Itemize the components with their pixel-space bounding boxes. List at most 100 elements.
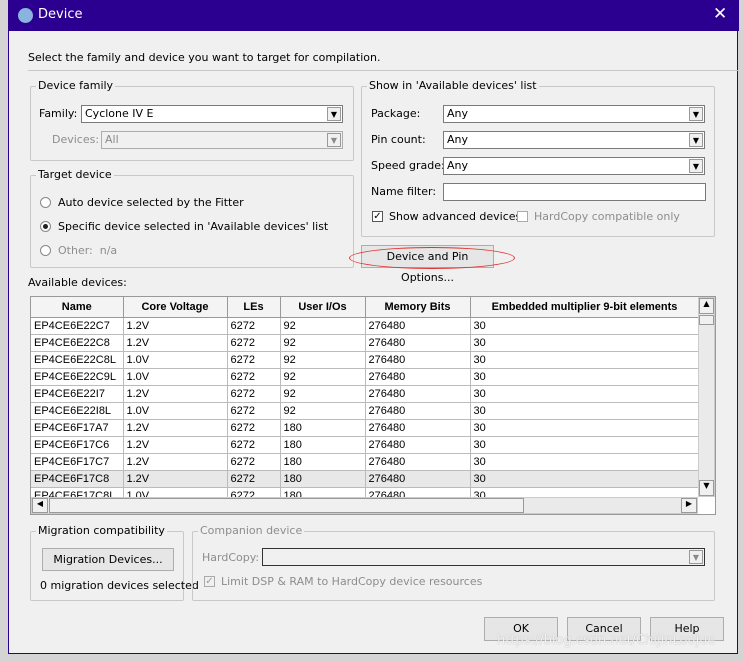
table-cell: 6272 <box>227 351 281 369</box>
table-cell: EP4CE6F17C8 <box>31 470 124 488</box>
table-row[interactable]: EP4CE6E22C8 1.2V 6272 92 276480 30 <box>31 334 698 352</box>
group-legend: Target device <box>36 168 114 181</box>
table-cell: EP4CE6E22C9L <box>31 368 124 386</box>
table-row[interactable]: EP4CE6E22C9L 1.0V 6272 92 276480 30 <box>31 368 698 386</box>
checkmark-icon: ✓ <box>372 211 383 222</box>
checkbox-label: Show advanced devices <box>389 210 522 223</box>
pin-count-value: Any <box>447 133 469 146</box>
table-cell: 180 <box>280 436 366 454</box>
table-cell: EP4CE6F17C7 <box>31 453 124 471</box>
table-row[interactable]: EP4CE6E22I7 1.2V 6272 92 276480 30 <box>31 385 698 403</box>
table-cell: 276480 <box>365 419 471 437</box>
table-cell: 92 <box>280 368 366 386</box>
radio-other[interactable]: Other: n/a <box>40 244 117 257</box>
table-cell: 180 <box>280 453 366 471</box>
table-cell: EP4CE6F17C6 <box>31 436 124 454</box>
pin-count-label: Pin count: <box>371 133 426 146</box>
table-cell: 276480 <box>365 436 471 454</box>
table-cell: EP4CE6E22I8L <box>31 402 124 420</box>
horizontal-scrollbar[interactable]: ◀ ▶ <box>31 497 698 514</box>
table-row[interactable]: EP4CE6F17C7 1.2V 6272 180 276480 30 <box>31 453 698 471</box>
scroll-up-icon[interactable]: ▲ <box>699 298 714 314</box>
table-cell: 30 <box>470 334 698 352</box>
speed-grade-value: Any <box>447 159 469 172</box>
column-header[interactable]: User I/Os <box>280 297 366 318</box>
migration-status: 0 migration devices selected <box>40 579 199 592</box>
vertical-scrollbar[interactable]: ▲ ▼ <box>698 297 715 497</box>
table-cell: 30 <box>470 436 698 454</box>
table-cell: 6272 <box>227 487 281 497</box>
column-header[interactable]: Name <box>31 297 124 318</box>
table-cell: 30 <box>470 317 698 335</box>
table-cell: 1.2V <box>123 385 228 403</box>
chevron-down-icon: ▼ <box>689 107 703 121</box>
table-cell: EP4CE6E22C7 <box>31 317 124 335</box>
highlight-ellipse <box>349 247 515 269</box>
table-cell: 1.2V <box>123 317 228 335</box>
table-row[interactable]: EP4CE6E22C8L 1.0V 6272 92 276480 30 <box>31 351 698 369</box>
table-cell: 30 <box>470 385 698 403</box>
table-row[interactable]: EP4CE6E22C7 1.2V 6272 92 276480 30 <box>31 317 698 335</box>
table-cell: 1.2V <box>123 334 228 352</box>
table-cell: 276480 <box>365 453 471 471</box>
scroll-down-icon[interactable]: ▼ <box>699 480 714 496</box>
target-device-group: Target device Auto device selected by th… <box>30 168 354 268</box>
column-header[interactable]: Embedded multiplier 9-bit elements <box>470 297 698 318</box>
device-family-group: Device family Family: Cyclone IV E ▼ Devi… <box>30 79 354 161</box>
table-row[interactable]: EP4CE6F17C8L 1.0V 6272 180 276480 30 <box>31 487 698 497</box>
column-header[interactable]: Memory Bits <box>365 297 471 318</box>
table-cell: 1.2V <box>123 436 228 454</box>
hardcopy-compatible-checkbox[interactable]: HardCopy compatible only <box>517 210 680 223</box>
table-cell: EP4CE6E22I7 <box>31 385 124 403</box>
family-value: Cyclone IV E <box>85 107 154 120</box>
column-header[interactable]: LEs <box>227 297 281 318</box>
table-cell: 92 <box>280 317 366 335</box>
scroll-left-icon[interactable]: ◀ <box>32 498 48 513</box>
chevron-down-icon: ▼ <box>327 107 341 121</box>
instruction-text: Select the family and device you want to… <box>28 51 381 64</box>
radio-auto-device[interactable]: Auto device selected by the Fitter <box>40 196 244 209</box>
package-select[interactable]: Any ▼ <box>443 105 705 123</box>
scroll-thumb[interactable] <box>49 498 524 513</box>
group-legend: Device family <box>36 79 116 92</box>
pin-count-select[interactable]: Any ▼ <box>443 131 705 149</box>
table-cell: 1.2V <box>123 453 228 471</box>
table-cell: 1.2V <box>123 419 228 437</box>
table-cell: 30 <box>470 351 698 369</box>
close-icon[interactable]: ✕ <box>713 4 727 24</box>
table-cell: 276480 <box>365 402 471 420</box>
migration-group: Migration compatibility Migration Device… <box>30 524 199 601</box>
scroll-thumb[interactable] <box>699 315 714 325</box>
table-cell: 30 <box>470 402 698 420</box>
table-row[interactable]: EP4CE6F17C6 1.2V 6272 180 276480 30 <box>31 436 698 454</box>
devices-select[interactable]: All ▼ <box>101 131 343 149</box>
table-row[interactable]: EP4CE6E22I8L 1.0V 6272 92 276480 30 <box>31 402 698 420</box>
radio-specific-device[interactable]: Specific device selected in 'Available d… <box>40 220 328 233</box>
filters-group: Show in 'Available devices' list Package… <box>361 79 715 237</box>
table-row[interactable]: EP4CE6F17A7 1.2V 6272 180 276480 30 <box>31 419 698 437</box>
family-select[interactable]: Cyclone IV E ▼ <box>81 105 343 123</box>
table-cell: EP4CE6E22C8 <box>31 334 124 352</box>
table-cell: 6272 <box>227 470 281 488</box>
title-bar: Device ✕ <box>9 0 739 31</box>
table-cell: 1.0V <box>123 487 228 497</box>
package-value: Any <box>447 107 469 120</box>
table-cell: 1.0V <box>123 402 228 420</box>
speed-grade-select[interactable]: Any ▼ <box>443 157 705 175</box>
hardcopy-select[interactable]: ▼ <box>262 548 705 566</box>
table-row[interactable]: EP4CE6F17C8 1.2V 6272 180 276480 30 <box>31 470 698 488</box>
name-filter-input[interactable] <box>443 183 706 201</box>
table-cell: 276480 <box>365 317 471 335</box>
limit-dsp-ram-checkbox[interactable]: ✓ Limit DSP & RAM to HardCopy device reso… <box>204 575 482 588</box>
table-cell: 276480 <box>365 385 471 403</box>
chevron-down-icon: ▼ <box>689 159 703 173</box>
table-cell: 30 <box>470 487 698 497</box>
table-cell: 30 <box>470 470 698 488</box>
show-advanced-checkbox[interactable]: ✓ Show advanced devices <box>372 210 521 223</box>
migration-devices-button[interactable]: Migration Devices... <box>42 548 174 571</box>
chevron-down-icon: ▼ <box>689 133 703 147</box>
chevron-down-icon: ▼ <box>689 550 703 564</box>
column-header[interactable]: Core Voltage <box>123 297 228 318</box>
radio-label: Other: n/a <box>58 244 118 257</box>
scroll-right-icon[interactable]: ▶ <box>681 498 697 513</box>
